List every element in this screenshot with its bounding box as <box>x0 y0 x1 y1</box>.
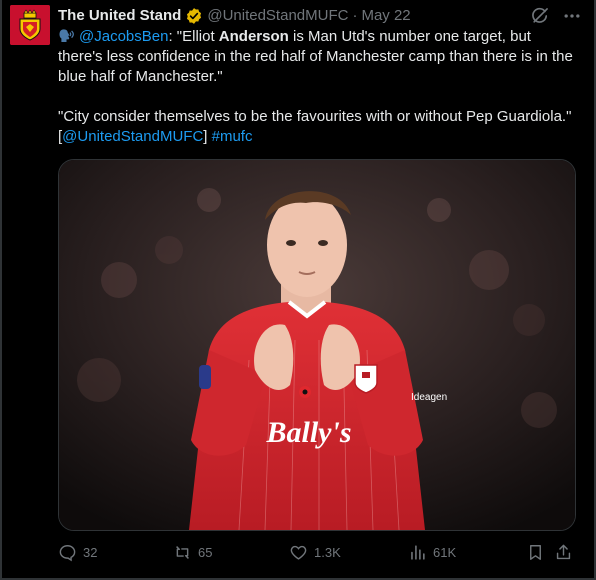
avatar[interactable] <box>10 5 50 45</box>
bookmark-icon <box>530 544 541 560</box>
hashtag-link[interactable]: #mufc <box>212 128 253 145</box>
tweet-text: @JacobsBen: "Elliot Anderson is Man Utd'… <box>58 27 578 147</box>
bookmark-button[interactable] <box>526 541 545 563</box>
share-button[interactable] <box>554 541 573 563</box>
mention-link[interactable]: @JacobsBen <box>79 28 168 45</box>
retweet-count: 65 <box>198 544 213 560</box>
display-name[interactable]: The United Stand <box>58 6 181 26</box>
reply-icon <box>59 544 76 561</box>
media-image[interactable]: Bally's Ideagen <box>58 159 576 531</box>
divider <box>0 0 2 580</box>
mention-link[interactable]: @UnitedStandMUFC <box>62 128 203 145</box>
reply-button[interactable]: 32 <box>58 541 97 563</box>
tweet-paragraph: "City consider themselves to be the favo… <box>58 107 578 147</box>
reply-count: 32 <box>83 544 98 560</box>
like-count: 1.3K <box>314 544 341 560</box>
timestamp[interactable]: May 22 <box>361 6 410 26</box>
text-span: : "Elliot <box>168 28 219 45</box>
views-button[interactable]: 61K <box>408 541 456 563</box>
shirt-sponsor: Bally's <box>265 416 351 449</box>
speaking-head-icon <box>59 29 74 42</box>
photo-illustration: Bally's Ideagen <box>59 160 575 530</box>
separator-dot: · <box>352 7 358 24</box>
more-options-icon[interactable] <box>562 6 582 26</box>
action-bar: 32 65 1.3K 61K <box>58 541 578 563</box>
retweet-button[interactable]: 65 <box>173 541 212 563</box>
tweet-paragraph: @JacobsBen: "Elliot Anderson is Man Utd'… <box>58 27 578 87</box>
heart-icon <box>290 545 307 560</box>
bold-text: Anderson <box>218 28 289 45</box>
verified-badge-icon[interactable] <box>185 7 203 25</box>
like-button[interactable]: 1.3K <box>289 541 341 563</box>
text-span: ] <box>203 128 212 145</box>
share-icon <box>556 544 571 559</box>
sleeve-sponsor: Ideagen <box>411 392 447 403</box>
grok-icon[interactable] <box>530 6 550 26</box>
crest-logo-icon <box>10 5 50 45</box>
tweet[interactable]: The United Stand @UnitedStandMUFC · May … <box>0 0 596 580</box>
handle[interactable]: @UnitedStandMUFC <box>207 6 348 26</box>
views-count: 61K <box>433 544 457 560</box>
retweet-icon <box>176 545 189 559</box>
analytics-icon <box>411 544 425 560</box>
tweet-header: The United Stand @UnitedStandMUFC · May … <box>58 6 536 26</box>
